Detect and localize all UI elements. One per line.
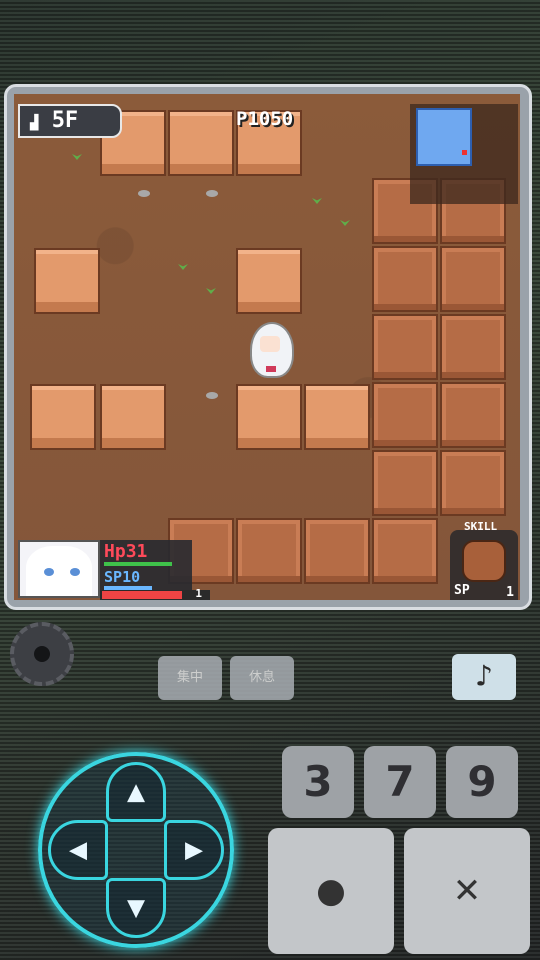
pebble	[206, 392, 218, 399]
minimap[interactable]	[410, 104, 518, 204]
sp-label: SP	[104, 568, 123, 586]
gear-icon[interactable]	[10, 622, 74, 686]
dpad-up[interactable]: ▲	[106, 762, 166, 822]
sprout	[72, 154, 82, 160]
skill-sp-label: SP	[454, 583, 470, 598]
rock-wall	[372, 382, 438, 448]
hp-label: Hp	[104, 541, 126, 562]
rock-wall	[372, 518, 438, 584]
rock-wall	[304, 518, 370, 584]
points-counter: P1050	[236, 108, 294, 130]
key-3-button[interactable]: 3	[282, 746, 354, 818]
rock-block	[34, 248, 100, 314]
rock-block	[236, 248, 302, 314]
sp-value: 10	[122, 568, 141, 586]
sprout	[312, 198, 322, 204]
pebble	[138, 190, 150, 197]
rock-wall	[440, 246, 506, 312]
dpad-right[interactable]: ▶	[164, 820, 224, 880]
rock-wall	[440, 382, 506, 448]
skill-label: SKILL	[464, 520, 498, 533]
hp-readout: Hp31	[104, 542, 188, 562]
rest-button[interactable]: 休息	[230, 656, 294, 700]
floor-label: 5F	[51, 108, 79, 133]
pebble	[206, 190, 218, 197]
rock-wall	[236, 518, 302, 584]
fist-icon	[462, 540, 506, 582]
dpad[interactable]: ▲ ▼ ◀ ▶	[38, 752, 234, 948]
dpad-down[interactable]: ▼	[106, 878, 166, 938]
confirm-button[interactable]: ●	[268, 828, 394, 954]
dpad-left[interactable]: ◀	[48, 820, 108, 880]
sprout	[206, 288, 216, 294]
rock-block	[30, 384, 96, 450]
rock-block	[304, 384, 370, 450]
focus-button[interactable]: 集中	[158, 656, 222, 700]
rock-block	[236, 384, 302, 450]
rock-wall	[440, 450, 506, 516]
rock-wall	[372, 314, 438, 380]
skill-slot[interactable]: SKILL SP 1	[450, 520, 518, 600]
cancel-button[interactable]: ✕	[404, 828, 530, 954]
rock-block	[168, 110, 234, 176]
exp-bar: 1	[100, 587, 210, 600]
skill-count: 1	[506, 585, 514, 600]
music-note-icon[interactable]: ♪	[452, 654, 516, 700]
hp-bar	[104, 562, 172, 566]
key-9-button[interactable]: 9	[446, 746, 518, 818]
rock-wall	[372, 450, 438, 516]
rock-wall	[372, 246, 438, 312]
key-7-button[interactable]: 7	[364, 746, 436, 818]
stairs-icon: ▟	[30, 115, 39, 131]
level-value: 1	[195, 587, 202, 600]
player-character	[244, 322, 296, 378]
sprout	[340, 220, 350, 226]
character-portrait	[18, 540, 100, 598]
rock-wall	[440, 314, 506, 380]
hp-value: 31	[125, 541, 148, 562]
rock-block	[100, 384, 166, 450]
sp-readout: SP10	[104, 568, 188, 586]
sprout	[178, 264, 188, 270]
floor-indicator: ▟ 5F	[18, 104, 122, 138]
